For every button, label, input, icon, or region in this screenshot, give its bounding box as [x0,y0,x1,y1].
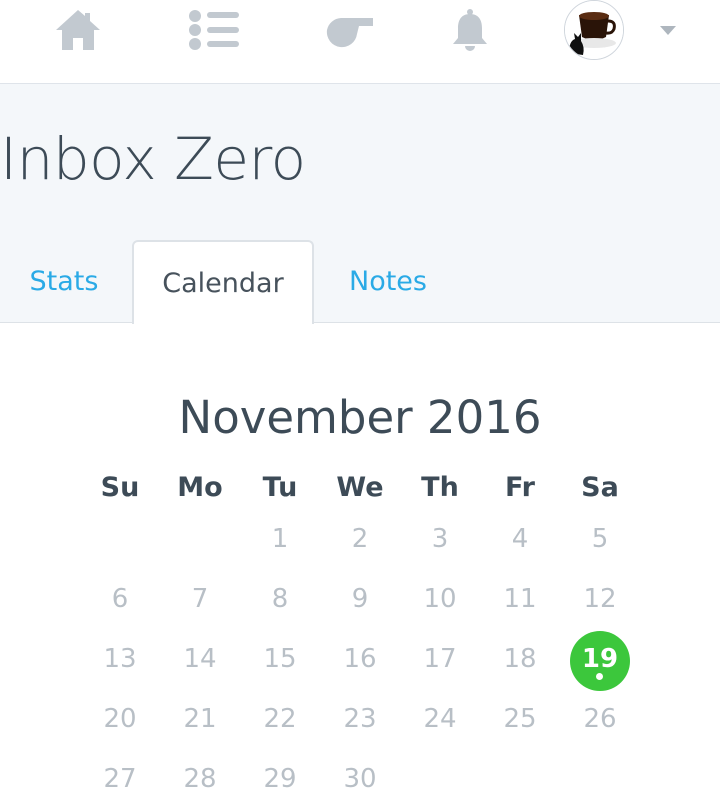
calendar-day[interactable]: 4 [480,519,560,559]
page-title: Inbox Zero [0,125,306,193]
calendar-day[interactable]: 22 [240,699,320,739]
weekday-header: Tu [262,472,298,503]
notifications-button[interactable] [440,0,500,60]
avatar-coffee-cat [565,1,623,59]
calendar-day[interactable]: 24 [400,699,480,739]
calendar-day[interactable]: 1 [240,519,320,559]
today-event-dot [596,673,603,680]
tab-calendar[interactable]: Calendar [132,240,314,324]
weekday-header: We [336,472,384,503]
tab-stats[interactable]: Stats [0,240,128,322]
whistle-icon [326,18,373,48]
calendar-day[interactable]: 15 [240,639,320,679]
calendar-day[interactable]: 16 [320,639,400,679]
weekday-header: Fr [504,472,536,503]
home-button[interactable] [48,0,108,60]
home-icon [56,10,100,50]
calendar-day[interactable]: 7 [160,579,240,619]
calendar-day[interactable]: 20 [80,699,160,739]
calendar-month-title: November 2016 [178,391,542,444]
calendar-day[interactable]: 27 [80,759,160,799]
calendar-day[interactable]: 13 [80,639,160,679]
calendar-day[interactable]: 6 [80,579,160,619]
whistle-button[interactable] [318,0,378,60]
calendar-day[interactable]: 12 [560,579,640,619]
chevron-down-icon[interactable] [660,26,676,35]
calendar-day[interactable]: 11 [480,579,560,619]
calendar-day[interactable]: 28 [160,759,240,799]
calendar-day[interactable]: 10 [400,579,480,619]
calendar-day[interactable]: 21 [160,699,240,739]
weekday-header: Th [421,472,459,503]
calendar-day[interactable]: 23 [320,699,400,739]
weekday-header: Sa [581,472,619,503]
calendar-day[interactable]: 8 [240,579,320,619]
bell-icon [453,9,487,51]
calendar-day[interactable]: 29 [240,759,320,799]
list-icon [189,10,239,50]
calendar-day[interactable]: 3 [400,519,480,559]
tab-notes[interactable]: Notes [318,240,458,322]
calendar-day[interactable]: 5 [560,519,640,559]
user-avatar[interactable] [564,0,624,60]
weekday-header: Mo [177,472,223,503]
calendar-day[interactable]: 14 [160,639,240,679]
weekday-header: Su [100,472,140,503]
list-button[interactable] [184,0,244,60]
calendar-day[interactable]: 18 [480,639,560,679]
calendar-day[interactable]: 9 [320,579,400,619]
calendar-day[interactable]: 2 [320,519,400,559]
calendar-day[interactable]: 30 [320,759,400,799]
calendar-day[interactable]: 25 [480,699,560,739]
calendar-day[interactable]: 26 [560,699,640,739]
calendar-day[interactable]: 17 [400,639,480,679]
top-nav [0,0,720,84]
